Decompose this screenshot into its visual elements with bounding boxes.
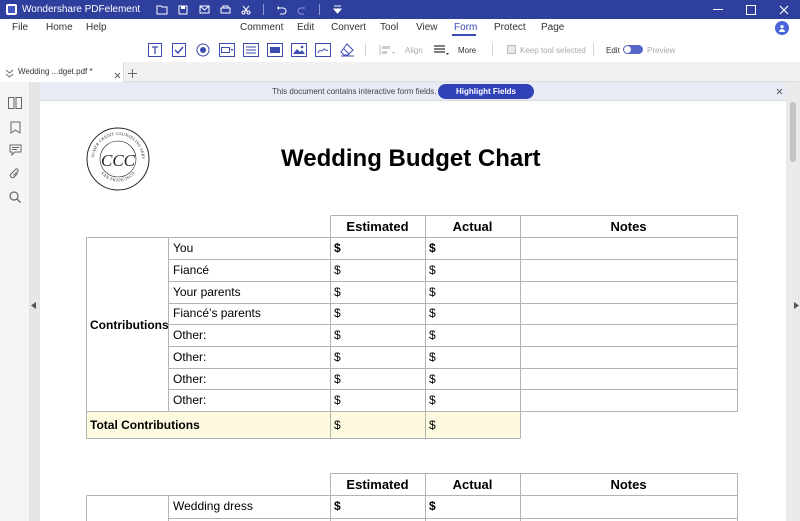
actual-other-2-field[interactable]: $ [429, 350, 436, 364]
table1-header-actual: Actual [452, 219, 493, 234]
estimated-other-4-field[interactable]: $ [334, 393, 341, 407]
table-grid-lines [86, 215, 738, 521]
row-label-you: You [173, 241, 194, 255]
row-label-other-3: Other: [173, 372, 207, 386]
row-label-other-2: Other: [173, 350, 207, 364]
table1-header-estimated: Estimated [346, 219, 409, 234]
table2-header-actual: Actual [452, 477, 493, 492]
actual-your-parents-field[interactable]: $ [429, 285, 436, 299]
estimated-total-field[interactable]: $ [334, 418, 341, 432]
actual-fiance-parents-field[interactable]: $ [429, 306, 436, 320]
actual-other-3-field[interactable]: $ [429, 372, 436, 386]
table1-header-notes: Notes [610, 219, 647, 234]
actual-other-4-field[interactable]: $ [429, 393, 436, 407]
actual-fiance-field[interactable]: $ [429, 263, 436, 277]
row-label-fiance-parents: Fiancé’s parents [173, 306, 261, 320]
row-label-wedding-dress: Wedding dress [173, 499, 253, 513]
estimated-your-parents-field[interactable]: $ [334, 285, 341, 299]
row-label-fiance: Fiancé [173, 263, 210, 277]
actual-you-field[interactable]: $ [429, 241, 436, 255]
estimated-you-field[interactable]: $ [334, 241, 341, 255]
estimated-wedding-dress-field[interactable]: $ [334, 499, 341, 513]
estimated-other-2-field[interactable]: $ [334, 350, 341, 364]
estimated-other-3-field[interactable]: $ [334, 372, 341, 386]
contributions-group-label: Contributions [90, 318, 169, 332]
estimated-other-1-field[interactable]: $ [334, 328, 341, 342]
table2-header-estimated: Estimated [346, 477, 409, 492]
table2-header-notes: Notes [610, 477, 647, 492]
row-label-your-parents: Your parents [173, 285, 241, 299]
total-contributions-label: Total Contributions [90, 418, 200, 432]
row-label-other-4: Other: [173, 393, 207, 407]
actual-wedding-dress-field[interactable]: $ [429, 499, 436, 513]
actual-total-field[interactable]: $ [429, 418, 436, 432]
estimated-fiance-parents-field[interactable]: $ [334, 306, 341, 320]
estimated-fiance-field[interactable]: $ [334, 263, 341, 277]
row-label-other-1: Other: [173, 328, 207, 342]
actual-other-1-field[interactable]: $ [429, 328, 436, 342]
